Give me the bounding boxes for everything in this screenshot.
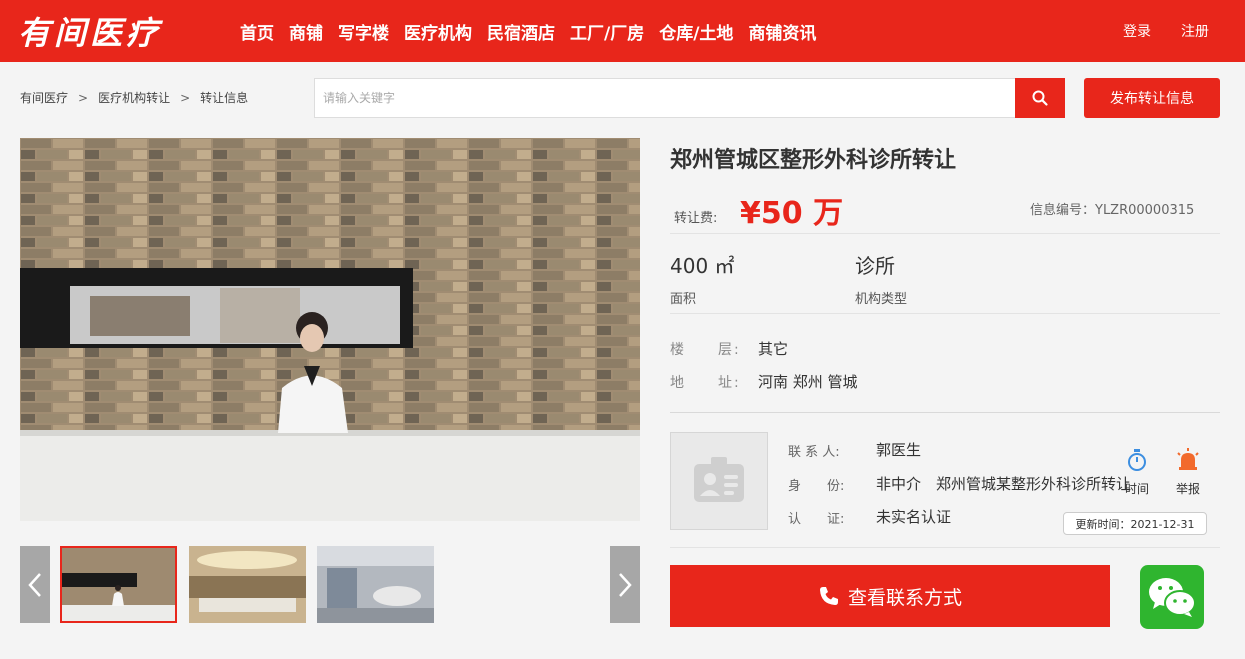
- breadcrumb-medical-transfer[interactable]: 医疗机构转让: [98, 89, 170, 106]
- address-value: 河南 郑州 管城: [758, 373, 858, 391]
- register-link[interactable]: 注册: [1181, 21, 1209, 41]
- transfer-price: ¥50 万: [740, 196, 844, 231]
- nav-news[interactable]: 商铺资讯: [748, 19, 816, 44]
- identity-label: 身 份:: [788, 479, 845, 494]
- update-time-tooltip: 更新时间：2021-12-31: [1063, 512, 1207, 535]
- info-number: 信息编号：YLZR00000315: [1030, 203, 1195, 218]
- main-listing-photo: [20, 138, 640, 521]
- publish-transfer-button[interactable]: 发布转让信息: [1084, 78, 1220, 118]
- wechat-icon: [1149, 578, 1196, 617]
- floor-value: 其它: [758, 340, 789, 358]
- search-icon: [1032, 90, 1048, 106]
- nav-medical[interactable]: 医疗机构: [404, 19, 472, 44]
- thumbnail-next-button[interactable]: [610, 546, 640, 623]
- nav-hotels[interactable]: 民宿酒店: [487, 19, 555, 44]
- breadcrumb: 有间医疗 > 医疗机构转让 > 转让信息: [20, 89, 248, 106]
- breadcrumb-separator: >: [78, 90, 89, 105]
- stopwatch-icon: [1128, 449, 1146, 471]
- thumbnail-3[interactable]: [317, 546, 434, 623]
- contact-person-value: 郭医生: [876, 441, 922, 459]
- breadcrumb-separator: >: [180, 90, 191, 105]
- floor-label: 楼 层:: [670, 342, 741, 358]
- login-link[interactable]: 登录: [1123, 21, 1151, 41]
- search-bar: [314, 78, 1065, 118]
- divider: [670, 233, 1220, 234]
- area-value: 400 ㎡: [670, 254, 735, 278]
- area-label: 面积: [670, 292, 697, 307]
- thumbnail-prev-button[interactable]: [20, 546, 50, 623]
- wechat-share-button[interactable]: [1140, 565, 1204, 629]
- alarm-icon: [1177, 448, 1199, 470]
- search-button[interactable]: [1015, 78, 1065, 118]
- address-label: 地 址:: [670, 375, 741, 391]
- breadcrumb-home[interactable]: 有间医疗: [20, 89, 68, 106]
- thumbnail-1[interactable]: [60, 546, 177, 623]
- view-contact-label: 查看联系方式: [847, 586, 962, 609]
- listing-title: 郑州管城区整形外科诊所转让: [670, 148, 957, 173]
- auth-label: 认 证:: [788, 512, 845, 527]
- site-header: 有间医疗 首页 商铺 写字楼 医疗机构 民宿酒店 工厂/厂房 仓库/土地 商铺资…: [0, 0, 1245, 62]
- nav-warehouses[interactable]: 仓库/土地: [659, 19, 733, 44]
- auth-value: 未实名认证: [876, 508, 952, 526]
- price-label: 转让费:: [674, 211, 718, 226]
- report-action[interactable]: 举报: [1168, 448, 1208, 497]
- contact-avatar: [670, 432, 768, 530]
- identity-value: 非中介 郑州管城某整形外科诊所转让: [876, 475, 1132, 493]
- time-label: 时间: [1124, 482, 1149, 496]
- breadcrumb-current: 转让信息: [200, 91, 249, 105]
- id-card-icon: [694, 457, 744, 502]
- nav-offices[interactable]: 写字楼: [338, 19, 389, 44]
- thumbnail-2[interactable]: [189, 546, 306, 623]
- view-contact-button[interactable]: 查看联系方式: [670, 565, 1110, 627]
- report-label: 举报: [1175, 482, 1200, 496]
- divider: [670, 412, 1220, 413]
- main-nav: 首页 商铺 写字楼 医疗机构 民宿酒店 工厂/厂房 仓库/土地 商铺资讯: [240, 0, 831, 62]
- search-input[interactable]: [314, 78, 1015, 118]
- institution-type-label: 机构类型: [855, 292, 908, 307]
- auth-links: 登录 注册: [1093, 0, 1209, 62]
- nav-home[interactable]: 首页: [240, 19, 274, 44]
- site-logo[interactable]: 有间医疗: [18, 8, 162, 54]
- nav-factories[interactable]: 工厂/厂房: [570, 19, 644, 44]
- institution-type-value: 诊所: [855, 254, 895, 278]
- nav-shops[interactable]: 商铺: [289, 19, 323, 44]
- chevron-right-icon: [619, 572, 632, 597]
- divider: [670, 547, 1220, 548]
- chevron-left-icon: [28, 572, 41, 597]
- phone-icon: [819, 587, 838, 605]
- contact-person-label: 联 系 人:: [788, 445, 840, 460]
- time-action[interactable]: 时间: [1117, 448, 1157, 497]
- divider: [670, 313, 1220, 314]
